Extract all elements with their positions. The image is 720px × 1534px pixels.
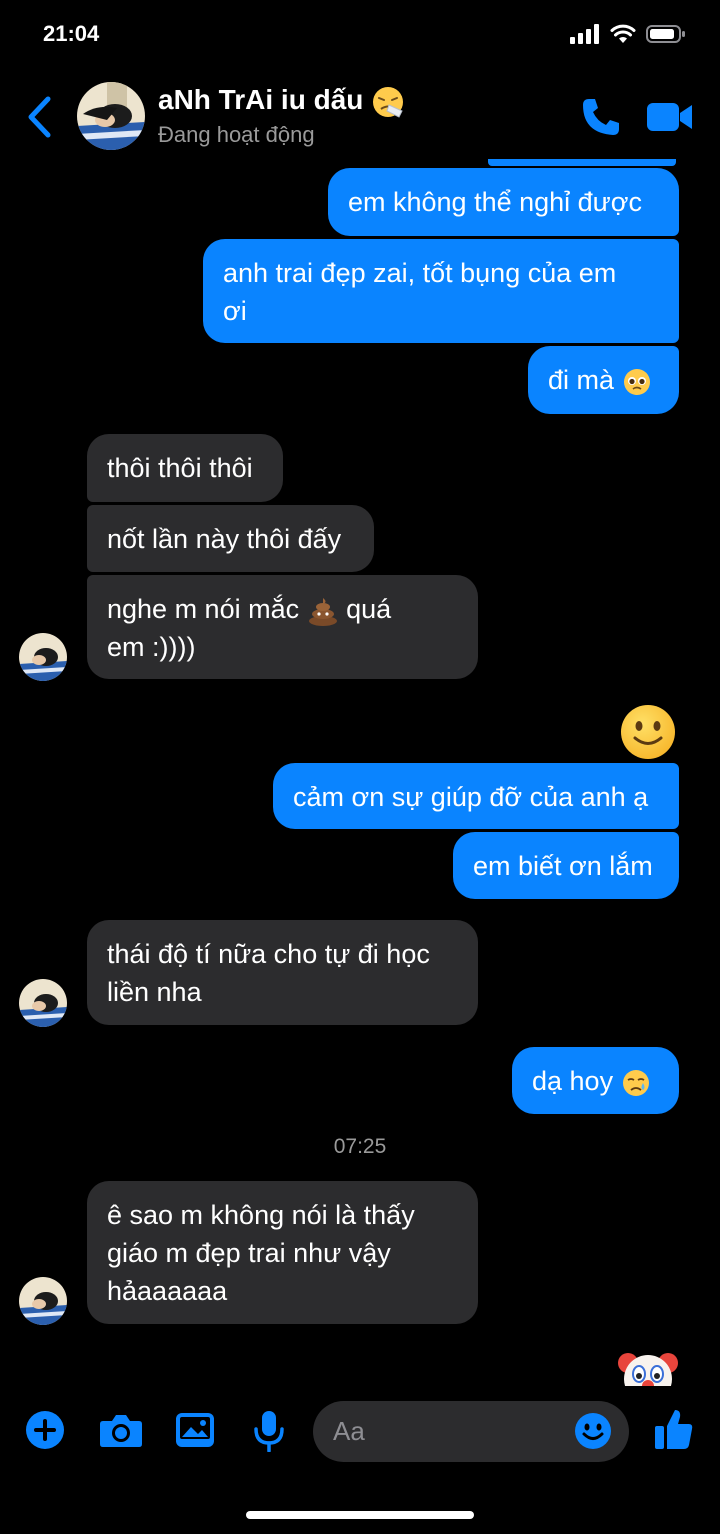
contact-name[interactable]: aNh TrAi iu dấu: [158, 84, 405, 119]
status-bar: 21:04: [0, 0, 720, 70]
camera-icon[interactable]: [99, 1414, 143, 1448]
microphone-icon[interactable]: [253, 1410, 285, 1452]
plus-circle-icon[interactable]: [25, 1410, 65, 1450]
video-call-icon[interactable]: [646, 100, 694, 134]
sneezing-face-emoji-icon: [373, 86, 404, 118]
message-received[interactable]: nghe m nói mắc quá em :)))): [87, 575, 478, 679]
home-indicator: [246, 1511, 474, 1519]
message-sent[interactable]: đi mà: [528, 346, 679, 414]
status-time: 21:04: [43, 21, 100, 46]
chat-header: aNh TrAi iu dấu Đang hoạt động: [0, 72, 720, 162]
wifi-icon: [610, 24, 636, 43]
contact-status: Đang hoạt động: [158, 122, 315, 147]
message-received[interactable]: ê sao m không nói là thấy giáo m đẹp tra…: [87, 1181, 478, 1324]
crying-face-emoji-icon: [622, 1069, 649, 1096]
previous-message-edge: [488, 159, 676, 166]
cellular-signal-icon: [570, 24, 599, 44]
message-received[interactable]: thôi thôi thôi: [87, 434, 283, 502]
message-received[interactable]: nốt lần này thôi đấy: [87, 505, 374, 572]
message-timestamp: 07:25: [333, 1135, 387, 1158]
message-sent[interactable]: anh trai đẹp zai, tốt bụng của em ơi: [203, 239, 679, 343]
emoji-picker-icon[interactable]: [574, 1412, 612, 1450]
back-chevron-icon[interactable]: [22, 94, 58, 140]
message-sent[interactable]: dạ hoy: [512, 1047, 679, 1114]
pleading-face-emoji-icon: [623, 368, 650, 395]
clown-face-emoji-icon[interactable]: [617, 1346, 679, 1386]
phone-call-icon[interactable]: [580, 96, 622, 138]
thumbs-up-icon[interactable]: [654, 1408, 694, 1450]
message-composer: [0, 1397, 720, 1477]
clown-face-emoji-clip: [617, 1346, 679, 1386]
battery-icon: [646, 25, 685, 43]
sender-avatar[interactable]: [19, 633, 67, 681]
contact-name-text: aNh TrAi iu dấu: [158, 84, 364, 115]
message-sent[interactable]: cảm ơn sự giúp đỡ của anh ạ: [273, 763, 679, 829]
photo-gallery-icon[interactable]: [175, 1412, 215, 1448]
message-received[interactable]: thái độ tí nữa cho tự đi học liền nha: [87, 920, 478, 1025]
sender-avatar[interactable]: [19, 1277, 67, 1325]
sender-avatar[interactable]: [19, 979, 67, 1027]
pile-of-poo-emoji-icon: [308, 597, 337, 626]
message-sent[interactable]: em biết ơn lắm: [453, 832, 679, 899]
slightly-smiling-face-emoji-icon[interactable]: [619, 703, 677, 761]
message-sent[interactable]: em không thể nghỉ được: [328, 168, 679, 236]
contact-avatar[interactable]: [77, 82, 145, 150]
